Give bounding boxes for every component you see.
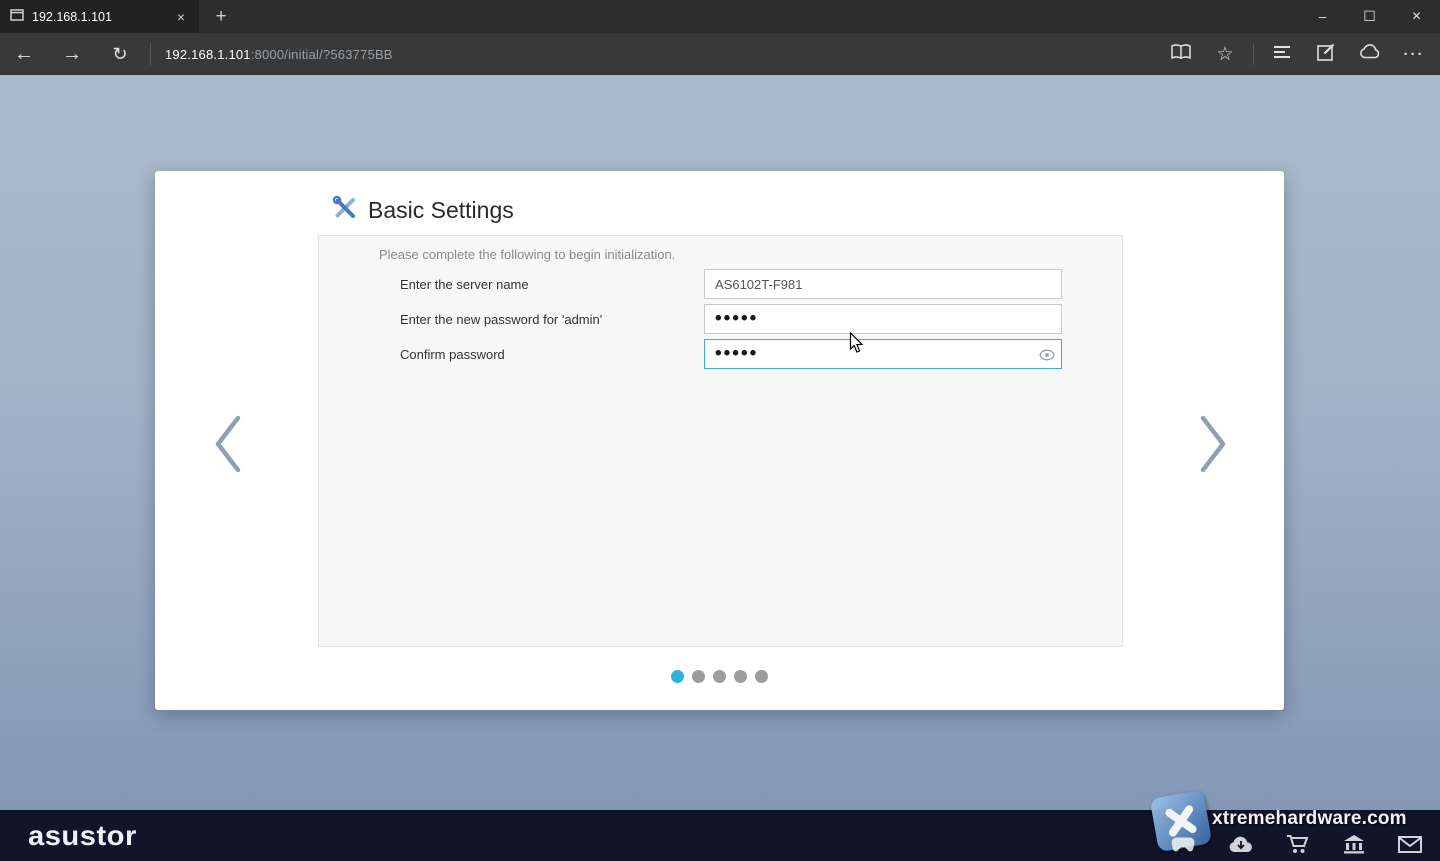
- watermark-text: xtremehardware.com: [1212, 808, 1407, 830]
- more-button[interactable]: ···: [1392, 33, 1436, 75]
- watermark-icons-row: [1170, 834, 1422, 859]
- page-background: Basic Settings Please complete the follo…: [0, 75, 1440, 810]
- eye-icon[interactable]: [1039, 348, 1055, 366]
- star-icon: ☆: [1216, 43, 1233, 66]
- mail-icon: [1398, 836, 1422, 858]
- mouse-cursor: [849, 332, 864, 359]
- annotate-button[interactable]: [1304, 33, 1348, 75]
- hub-button[interactable]: [1260, 33, 1304, 75]
- tab-favicon-icon: [10, 9, 24, 24]
- address-path: :8000/initial/?563775BB: [251, 47, 393, 62]
- confirm-password-row: Confirm password: [400, 339, 1062, 369]
- annotate-icon: [1317, 43, 1335, 66]
- tab-title: 192.168.1.101: [32, 10, 165, 24]
- maximize-button[interactable]: ☐: [1346, 0, 1393, 33]
- address-bar[interactable]: 192.168.1.101:8000/initial/?563775BB: [165, 47, 393, 62]
- close-button[interactable]: ×: [1393, 0, 1440, 33]
- previous-step-button[interactable]: [211, 414, 245, 479]
- navbar-divider: [150, 43, 151, 65]
- share-cloud-icon: [1359, 44, 1381, 64]
- page-title: Basic Settings: [368, 197, 514, 224]
- next-step-button[interactable]: [1196, 414, 1230, 479]
- new-password-field-wrap: [704, 304, 1062, 334]
- settings-panel: Please complete the following to begin i…: [318, 235, 1123, 647]
- confirm-password-field-wrap: [704, 339, 1062, 369]
- new-password-label: Enter the new password for 'admin': [400, 312, 704, 327]
- reading-view-icon: [1171, 44, 1191, 65]
- cloud-download-icon: [1228, 835, 1254, 858]
- chevron-left-icon: [211, 461, 245, 478]
- new-tab-button[interactable]: +: [199, 0, 243, 33]
- pagination-dot[interactable]: [755, 670, 768, 683]
- browser-tab[interactable]: 192.168.1.101 ×: [0, 0, 199, 33]
- pagination-dot[interactable]: [692, 670, 705, 683]
- pagination-dot[interactable]: [671, 670, 684, 683]
- chevron-right-icon: [1196, 461, 1230, 478]
- cart-icon: [1286, 834, 1310, 859]
- share-button[interactable]: [1348, 33, 1392, 75]
- browser-navbar: ← → ↻ 192.168.1.101:8000/initial/?563775…: [0, 33, 1440, 75]
- refresh-button[interactable]: ↻: [96, 33, 144, 75]
- browser-titlebar: 192.168.1.101 × + – ☐ ×: [0, 0, 1440, 33]
- minimize-button[interactable]: –: [1299, 0, 1346, 33]
- intro-text: Please complete the following to begin i…: [379, 247, 675, 262]
- new-password-row: Enter the new password for 'admin': [400, 304, 1062, 334]
- server-name-input[interactable]: [704, 269, 1062, 299]
- tab-close-button[interactable]: ×: [173, 9, 189, 25]
- back-button[interactable]: ←: [0, 33, 48, 75]
- gamepad-icon: [1170, 835, 1196, 858]
- bank-icon: [1342, 834, 1366, 859]
- navbar-actions: ☆ ···: [1159, 33, 1440, 75]
- card-title-row: Basic Settings: [331, 194, 514, 227]
- setup-wizard-card: Basic Settings Please complete the follo…: [155, 171, 1284, 710]
- new-password-input[interactable]: [704, 304, 1062, 334]
- confirm-password-label: Confirm password: [400, 347, 704, 362]
- confirm-password-input[interactable]: [704, 339, 1062, 369]
- asustor-logo: asustor: [28, 820, 137, 852]
- server-name-label: Enter the server name: [400, 277, 704, 292]
- server-name-row: Enter the server name: [400, 269, 1062, 299]
- pagination-dot[interactable]: [734, 670, 747, 683]
- forward-button[interactable]: →: [48, 33, 96, 75]
- hub-icon: [1272, 44, 1292, 65]
- screen: 192.168.1.101 × + – ☐ × ← → ↻ 192.168.1.…: [0, 0, 1440, 861]
- wizard-pagination: [155, 670, 1284, 683]
- server-name-field-wrap: [704, 269, 1062, 299]
- crossed-tools-icon: [331, 194, 359, 227]
- pagination-dot[interactable]: [713, 670, 726, 683]
- navbar-divider: [1253, 43, 1254, 65]
- favorites-button[interactable]: ☆: [1203, 33, 1247, 75]
- reading-view-button[interactable]: [1159, 33, 1203, 75]
- titlebar-drag-area: [243, 0, 1299, 33]
- watermark: xtremehardware.com: [1148, 790, 1436, 860]
- address-host: 192.168.1.101: [165, 47, 251, 62]
